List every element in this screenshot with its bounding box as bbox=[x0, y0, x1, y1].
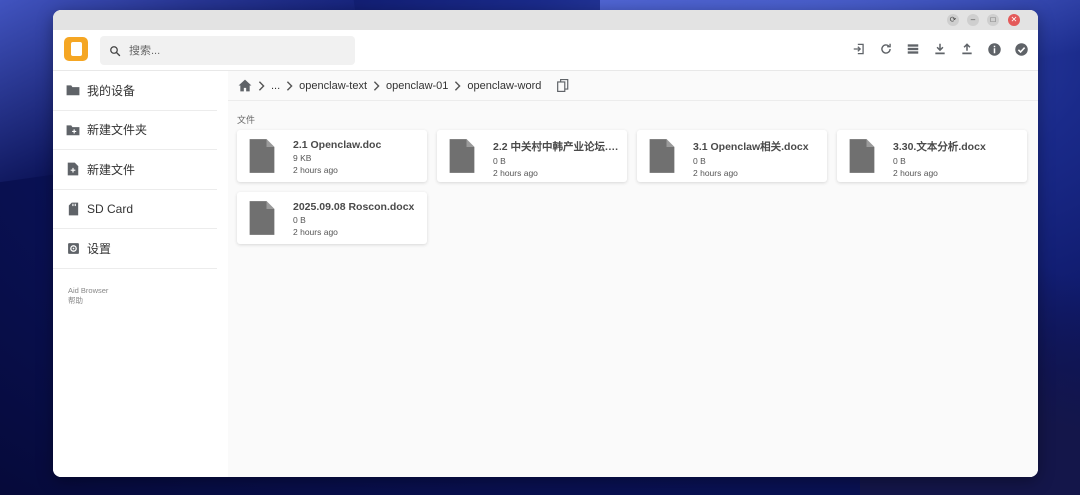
info-icon[interactable] bbox=[985, 40, 1003, 58]
file-grid: 2.1 Openclaw.doc 9 KB 2 hours ago 2.2 中关… bbox=[237, 130, 1038, 244]
sd-card-icon bbox=[66, 202, 80, 216]
new-file-icon bbox=[66, 162, 80, 176]
file-name: 2.1 Openclaw.doc bbox=[293, 139, 382, 151]
sidebar-item-label: SD Card bbox=[87, 201, 134, 216]
file-name: 3.1 Openclaw相关.docx bbox=[693, 141, 809, 153]
main-content: ... openclaw-text openclaw-01 openclaw-w… bbox=[228, 71, 1038, 477]
app-logo bbox=[64, 37, 88, 61]
maximize-icon[interactable]: □ bbox=[987, 14, 999, 26]
refresh-icon[interactable] bbox=[877, 40, 895, 58]
file-card[interactable]: 3.1 Openclaw相关.docx 0 B 2 hours ago bbox=[637, 130, 827, 182]
sidebar-item-label: 新建文件夹 bbox=[87, 123, 148, 138]
file-modified: 2 hours ago bbox=[293, 227, 338, 237]
file-name: 3.30.文本分析.docx bbox=[893, 141, 986, 153]
file-name: 2025.09.08 Roscon.docx bbox=[293, 201, 415, 213]
sidebar-item-label: 我的设备 bbox=[87, 83, 136, 98]
file-size: 9 KB bbox=[293, 153, 312, 163]
file-modified: 2 hours ago bbox=[293, 165, 338, 175]
sidebar-footer: Aid Browser 帮助 bbox=[53, 286, 217, 306]
close-icon[interactable]: ✕ bbox=[1008, 14, 1020, 26]
sidebar: 我的设备 新建文件夹 新建文件 SD Card 设置 Aid Browser 帮… bbox=[53, 71, 217, 477]
app-name-text: Aid Browser bbox=[68, 285, 109, 295]
settings-icon bbox=[66, 241, 80, 255]
copy-icon[interactable] bbox=[557, 79, 569, 92]
chevron-right-icon bbox=[258, 80, 265, 91]
sidebar-item-new-file[interactable]: 新建文件 bbox=[53, 150, 217, 190]
file-modified: 2 hours ago bbox=[893, 168, 938, 178]
file-modified: 2 hours ago bbox=[493, 168, 538, 178]
chevron-right-icon bbox=[373, 80, 380, 91]
toolbar bbox=[850, 40, 1030, 58]
sidebar-item-sd-card[interactable]: SD Card bbox=[53, 190, 217, 229]
file-icon bbox=[449, 139, 475, 173]
file-size: 0 B bbox=[693, 156, 706, 166]
file-size: 0 B bbox=[493, 156, 506, 166]
header bbox=[53, 30, 1038, 71]
search-box[interactable] bbox=[100, 36, 355, 65]
minimize-icon[interactable]: – bbox=[967, 14, 979, 26]
file-size: 0 B bbox=[893, 156, 906, 166]
file-modified: 2 hours ago bbox=[693, 168, 738, 178]
list-view-icon[interactable] bbox=[904, 40, 922, 58]
breadcrumb-ellipsis[interactable]: ... bbox=[271, 80, 280, 92]
check-circle-icon[interactable] bbox=[1012, 40, 1030, 58]
file-icon bbox=[249, 201, 275, 235]
breadcrumb-item[interactable]: openclaw-text bbox=[299, 80, 367, 92]
app-window: ⟳ – □ ✕ 搜索... 我的设备 新建文件夹 新建文件 SD Card 设置… bbox=[53, 10, 1038, 477]
sidebar-item-my-device[interactable]: 我的设备 bbox=[53, 71, 217, 111]
file-icon bbox=[249, 139, 275, 173]
sidebar-item-label: 设置 bbox=[87, 241, 112, 256]
breadcrumb: ... openclaw-text openclaw-01 openclaw-w… bbox=[228, 71, 1038, 101]
file-card[interactable]: 2.2 中关村中韩产业论坛.docx 0 B 2 hours ago bbox=[437, 130, 627, 182]
search-icon bbox=[110, 45, 121, 56]
files-section-label: 文件 bbox=[237, 115, 256, 125]
file-card[interactable]: 2025.09.08 Roscon.docx 0 B 2 hours ago bbox=[237, 192, 427, 244]
help-link[interactable]: 帮助 bbox=[68, 296, 217, 306]
sidebar-item-settings[interactable]: 设置 bbox=[53, 229, 217, 269]
breadcrumb-current[interactable]: openclaw-word bbox=[467, 80, 541, 92]
home-icon[interactable] bbox=[238, 79, 252, 92]
breadcrumb-item[interactable]: openclaw-01 bbox=[386, 80, 448, 92]
file-card[interactable]: 2.1 Openclaw.doc 9 KB 2 hours ago bbox=[237, 130, 427, 182]
file-name: 2.2 中关村中韩产业论坛.docx bbox=[493, 141, 623, 153]
chevron-right-icon bbox=[454, 80, 462, 91]
file-card[interactable]: 3.30.文本分析.docx 0 B 2 hours ago bbox=[837, 130, 1027, 182]
sidebar-item-label: 新建文件 bbox=[87, 162, 136, 177]
search-input[interactable] bbox=[129, 44, 329, 57]
title-bar: ⟳ – □ ✕ bbox=[53, 10, 1038, 30]
download-icon[interactable] bbox=[931, 40, 949, 58]
folder-icon bbox=[66, 83, 80, 97]
file-icon bbox=[849, 139, 875, 173]
new-folder-icon bbox=[66, 123, 80, 137]
exit-icon[interactable] bbox=[850, 40, 868, 58]
file-size: 0 B bbox=[293, 215, 306, 225]
upload-icon[interactable] bbox=[958, 40, 976, 58]
file-icon bbox=[649, 139, 675, 173]
chevron-right-icon bbox=[286, 80, 293, 91]
refresh-window-icon[interactable]: ⟳ bbox=[947, 14, 959, 26]
sidebar-item-new-folder[interactable]: 新建文件夹 bbox=[53, 111, 217, 150]
